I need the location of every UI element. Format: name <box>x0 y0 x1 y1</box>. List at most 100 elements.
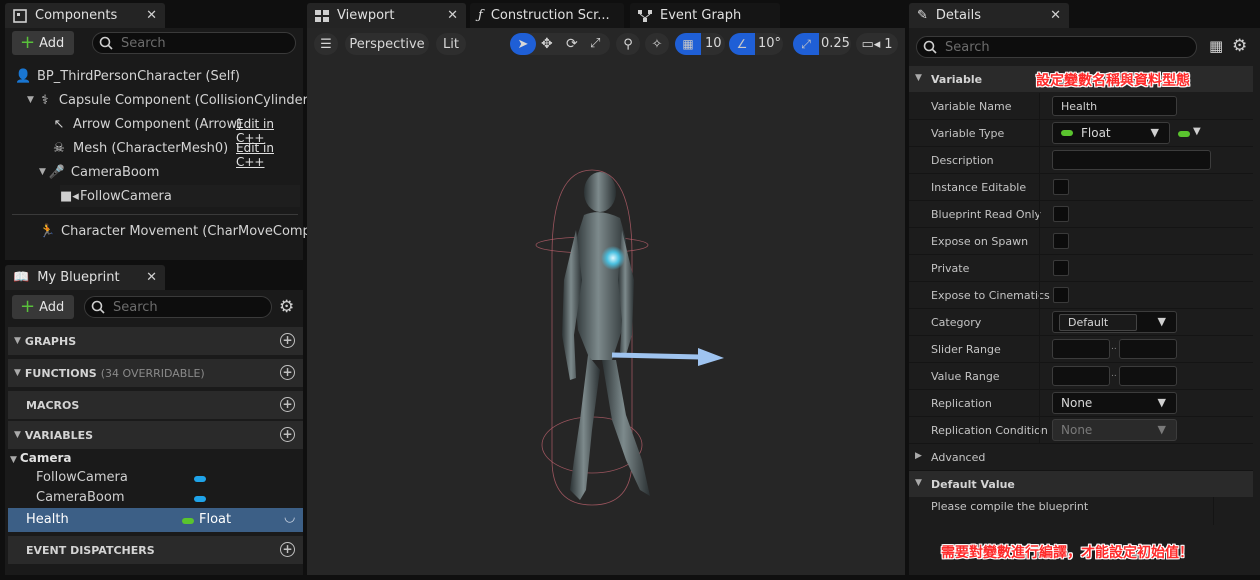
scale-snap-value[interactable]: 0.25 <box>821 36 850 51</box>
tab-details[interactable]: ✎ Details ✕ <box>909 3 1069 28</box>
chevron-down-icon[interactable]: ▼ <box>1193 126 1201 137</box>
pencil-icon: ✎ <box>917 8 928 23</box>
tab-components[interactable]: Components ✕ <box>5 3 165 28</box>
tree-item-self[interactable]: 👤 BP_ThirdPersonCharacter (Self) <box>15 65 240 87</box>
value-range-max-input[interactable] <box>1119 366 1177 386</box>
scale-snap-toggle[interactable]: ⤢ <box>793 33 819 55</box>
components-search-input[interactable]: Search <box>92 32 296 54</box>
eye-closed-icon[interactable]: ◡ <box>284 510 295 525</box>
world-local-button[interactable]: ⚲ <box>616 33 640 55</box>
expand-arrow-icon[interactable]: ▼ <box>39 167 46 177</box>
blueprint-read-only-checkbox[interactable] <box>1053 206 1069 222</box>
table-view-icon[interactable]: ▦ <box>1209 37 1223 55</box>
angle-snap-value[interactable]: 10° <box>758 36 781 51</box>
select-tool-button[interactable]: ➤ <box>510 33 536 55</box>
grid-snap-group[interactable]: ▦ 10 <box>675 33 725 55</box>
float-type-icon <box>1061 130 1073 136</box>
angle-snap-toggle[interactable]: ∠ <box>729 33 755 55</box>
surface-snap-button[interactable]: ✧ <box>645 33 669 55</box>
variable-item-selected[interactable]: Health Float ◡ <box>8 508 303 532</box>
gear-icon[interactable]: ⚙ <box>1232 36 1247 56</box>
tree-item-mesh[interactable]: ☠ Mesh (CharacterMesh0) <box>51 137 228 159</box>
viewport-menu-button[interactable]: ☰ <box>314 33 338 55</box>
tab-my-blueprint[interactable]: 📖 My Blueprint ✕ <box>5 265 165 290</box>
row-label: Category <box>931 316 982 329</box>
replication-condition-dropdown[interactable]: None ▼ <box>1052 419 1177 441</box>
description-input[interactable] <box>1052 150 1211 170</box>
advanced-label: Advanced <box>931 451 986 464</box>
category-dropdown[interactable]: Default ▼ <box>1052 311 1177 333</box>
instance-editable-checkbox[interactable] <box>1053 179 1069 195</box>
lit-button[interactable]: Lit <box>436 33 466 55</box>
section-event-dispatchers[interactable]: EVENT DISPATCHERS + <box>8 536 303 564</box>
chevron-down-icon: ▼ <box>1157 315 1166 328</box>
components-panel: + Add Search 👤 BP_ThirdPersonCharacter (… <box>5 28 316 260</box>
row-instance-editable: Instance Editable <box>909 174 1253 201</box>
close-icon[interactable]: ✕ <box>146 270 157 285</box>
edit-in-cpp-link[interactable]: Edit in C++ <box>236 141 303 169</box>
gear-icon[interactable]: ⚙ <box>279 297 294 317</box>
tree-item-followcamera[interactable]: ■◂ FollowCamera <box>60 185 300 207</box>
row-variable-name: Variable Name Health <box>909 93 1253 120</box>
value-range-min-input[interactable] <box>1052 366 1110 386</box>
scale-icon[interactable]: ⤢ <box>590 36 600 51</box>
blueprint-search-input[interactable]: Search <box>84 296 272 318</box>
tab-construction-script[interactable]: ƒ Construction Scr... <box>470 3 624 28</box>
variable-item[interactable]: FollowCamera <box>36 470 296 488</box>
grid-snap-toggle[interactable]: ▦ <box>675 33 701 55</box>
close-icon[interactable]: ✕ <box>447 8 458 23</box>
annotation-bottom: 需要對變數進行編譯，才能設定初始值！ <box>941 545 1193 561</box>
search-icon <box>99 36 113 50</box>
tree-item-movement[interactable]: 🏃 Character Movement (CharMoveComp) <box>39 220 316 242</box>
add-blueprint-button[interactable]: + Add <box>12 295 75 319</box>
add-graph-icon[interactable]: + <box>280 333 295 348</box>
character-preview[interactable] <box>530 160 730 510</box>
section-functions[interactable]: ▼ FUNCTIONS (34 OVERRIDABLE) + <box>8 359 303 387</box>
row-divider <box>1039 120 1040 147</box>
category-value[interactable]: Default <box>1059 313 1137 331</box>
add-component-button[interactable]: + Add <box>12 31 75 55</box>
add-function-icon[interactable]: + <box>280 365 295 380</box>
tree-item-capsule[interactable]: ▼ ⚕ Capsule Component (CollisionCylinder… <box>27 89 313 111</box>
variable-name-input[interactable]: Health <box>1052 96 1177 116</box>
section-macros[interactable]: MACROS + <box>8 391 303 419</box>
slider-range-min-input[interactable] <box>1052 339 1110 359</box>
tree-item-cameraboom[interactable]: ▼ 🎤 CameraBoom <box>39 161 159 183</box>
close-icon[interactable]: ✕ <box>1050 8 1061 23</box>
section-variable-label: Variable <box>931 73 983 86</box>
section-graphs[interactable]: ▼ GRAPHS + <box>8 327 303 355</box>
rotate-icon[interactable]: ⟳ <box>566 36 578 52</box>
add-variable-icon[interactable]: + <box>280 427 295 442</box>
grid-snap-value[interactable]: 10 <box>705 36 722 51</box>
section-default-value[interactable]: ▼ Default Value <box>909 471 1253 497</box>
slider-range-max-input[interactable] <box>1119 339 1177 359</box>
scale-snap-group[interactable]: ⤢ 0.25 <box>793 33 851 55</box>
variable-type-dropdown[interactable]: Float ▼ <box>1052 122 1170 144</box>
close-icon[interactable]: ✕ <box>146 8 157 23</box>
replication-dropdown[interactable]: None ▼ <box>1052 392 1177 414</box>
row-advanced[interactable]: ▶ Advanced <box>909 444 1253 471</box>
variable-category-camera[interactable]: ▼ Camera <box>10 451 71 465</box>
row-blueprint-read-only: Blueprint Read Only <box>909 201 1253 228</box>
move-icon[interactable]: ✥ <box>541 36 553 52</box>
tab-viewport[interactable]: Viewport ✕ <box>307 3 466 28</box>
expose-on-spawn-checkbox[interactable] <box>1053 233 1069 249</box>
expose-to-cinematics-checkbox[interactable] <box>1053 287 1069 303</box>
tab-details-label: Details <box>935 8 981 23</box>
expand-arrow-icon[interactable]: ▼ <box>27 95 34 105</box>
add-dispatcher-icon[interactable]: + <box>280 542 295 557</box>
camera-speed-button[interactable]: ▭◂ 1 <box>856 33 898 55</box>
angle-snap-group[interactable]: ∠ 10° <box>729 33 783 55</box>
private-checkbox[interactable] <box>1053 260 1069 276</box>
tree-item-arrow[interactable]: ↖ Arrow Component (Arrow) <box>51 113 243 135</box>
perspective-button[interactable]: Perspective <box>345 33 429 55</box>
variable-item-type: Float <box>199 512 232 527</box>
add-macro-icon[interactable]: + <box>280 397 295 412</box>
details-search-input[interactable]: Search <box>916 36 1197 58</box>
row-description: Description <box>909 147 1253 174</box>
section-variables[interactable]: ▼ VARIABLES + <box>8 421 303 449</box>
container-type-icon[interactable] <box>1178 131 1190 137</box>
variable-item[interactable]: CameraBoom <box>36 490 296 508</box>
add-blueprint-label: Add <box>39 299 65 315</box>
tab-event-graph[interactable]: Event Graph <box>630 3 780 28</box>
